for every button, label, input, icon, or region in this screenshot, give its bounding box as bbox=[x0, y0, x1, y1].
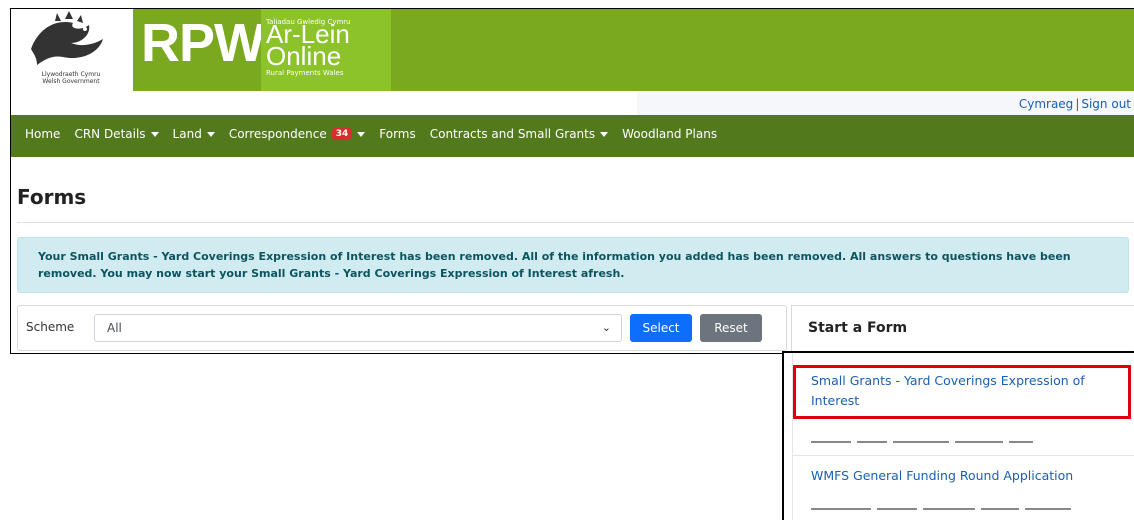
nav-crn-details[interactable]: CRN Details bbox=[74, 127, 159, 141]
caret-down-icon bbox=[357, 131, 366, 137]
nav-forms[interactable]: Forms bbox=[379, 127, 415, 141]
start-a-form-heading: Start a Form bbox=[808, 320, 908, 336]
chevron-down-icon: ⌄ bbox=[601, 321, 611, 334]
caret-down-icon bbox=[600, 131, 609, 137]
caret-down-icon bbox=[150, 131, 159, 137]
page-title: Forms bbox=[17, 185, 87, 209]
nav-home-label: Home bbox=[25, 127, 61, 141]
correspondence-count-badge: 34 bbox=[331, 128, 353, 140]
select-button[interactable]: Select bbox=[630, 314, 692, 342]
online-english-subtitle: Rural Payments Wales bbox=[266, 69, 344, 77]
scheme-select-value: All bbox=[107, 321, 122, 335]
nav-forms-label: Forms bbox=[379, 127, 416, 141]
cropped-text-line bbox=[811, 431, 1101, 443]
main-screenshot-frame: Llywodraeth Cymru Welsh Government RPW T… bbox=[10, 8, 1134, 354]
reset-button[interactable]: Reset bbox=[700, 314, 762, 342]
rpw-logo-text[interactable]: RPW bbox=[141, 12, 265, 74]
site-header: Llywodraeth Cymru Welsh Government RPW T… bbox=[11, 9, 1134, 91]
online-logo-panel: Taliadau Gwledig Cymru Ar-Lein Online Ru… bbox=[261, 9, 391, 91]
utility-links: Cymraeg | Sign out bbox=[1019, 97, 1131, 111]
gov-text-english: Welsh Government bbox=[42, 78, 100, 85]
scheme-label: Scheme bbox=[26, 320, 75, 334]
nav-land[interactable]: Land bbox=[173, 127, 215, 141]
list-separator bbox=[793, 455, 1134, 456]
gov-logo-text: Llywodraeth Cymru Welsh Government bbox=[11, 71, 131, 85]
cropped-text-line bbox=[811, 498, 1101, 510]
nav-contracts-label: Contracts and Small Grants bbox=[429, 127, 596, 141]
utility-links-row: Cymraeg | Sign out bbox=[11, 91, 1134, 115]
online-title-english: Online bbox=[266, 41, 342, 71]
nav-correspondence[interactable]: Correspondence 34 bbox=[228, 127, 366, 141]
nav-woodland-label: Woodland Plans bbox=[622, 127, 718, 141]
nav-crn-label: CRN Details bbox=[74, 127, 146, 141]
form-link-small-grants-yard-coverings[interactable]: Small Grants - Yard Coverings Expression… bbox=[811, 371, 1111, 411]
dragon-logo-icon bbox=[31, 11, 103, 65]
nav-correspondence-label: Correspondence bbox=[228, 127, 327, 141]
rpw-banner: RPW Taliadau Gwledig Cymru Ar-Lein Onlin… bbox=[133, 9, 1134, 91]
start-a-form-card: Start a Form bbox=[791, 305, 1134, 353]
form-link-wmfs-general-funding[interactable]: WMFS General Funding Round Application bbox=[811, 468, 1073, 483]
alert-message: Your Small Grants - Yard Coverings Expre… bbox=[38, 250, 1071, 280]
title-divider bbox=[17, 222, 1134, 223]
info-alert: Your Small Grants - Yard Coverings Expre… bbox=[17, 237, 1129, 293]
nav-land-label: Land bbox=[172, 127, 202, 141]
welsh-government-logo[interactable]: Llywodraeth Cymru Welsh Government bbox=[11, 9, 131, 91]
zoomed-inset-frame: Small Grants - Yard Coverings Expression… bbox=[782, 351, 1134, 520]
nav-woodland-plans[interactable]: Woodland Plans bbox=[622, 127, 717, 141]
nav-home[interactable]: Home bbox=[25, 127, 60, 141]
scheme-select[interactable]: All ⌄ bbox=[94, 314, 622, 342]
gov-text-welsh: Llywodraeth Cymru bbox=[41, 71, 101, 78]
utility-links-strip: Cymraeg | Sign out bbox=[637, 91, 1134, 115]
online-title: Ar-Lein Online bbox=[266, 21, 350, 71]
scheme-filter-card: Scheme All ⌄ Select Reset bbox=[17, 305, 787, 351]
nav-contracts-small-grants[interactable]: Contracts and Small Grants bbox=[429, 127, 609, 141]
caret-down-icon bbox=[206, 131, 215, 137]
sign-out-link[interactable]: Sign out bbox=[1081, 97, 1131, 111]
nav-items: Home CRN Details Land Correspondence 34 F… bbox=[25, 127, 717, 141]
main-navigation: Home CRN Details Land Correspondence 34 F… bbox=[11, 115, 1134, 157]
cymraeg-link[interactable]: Cymraeg bbox=[1019, 97, 1073, 111]
link-separator: | bbox=[1075, 97, 1080, 111]
start-form-list: Small Grants - Yard Coverings Expression… bbox=[792, 353, 1134, 520]
